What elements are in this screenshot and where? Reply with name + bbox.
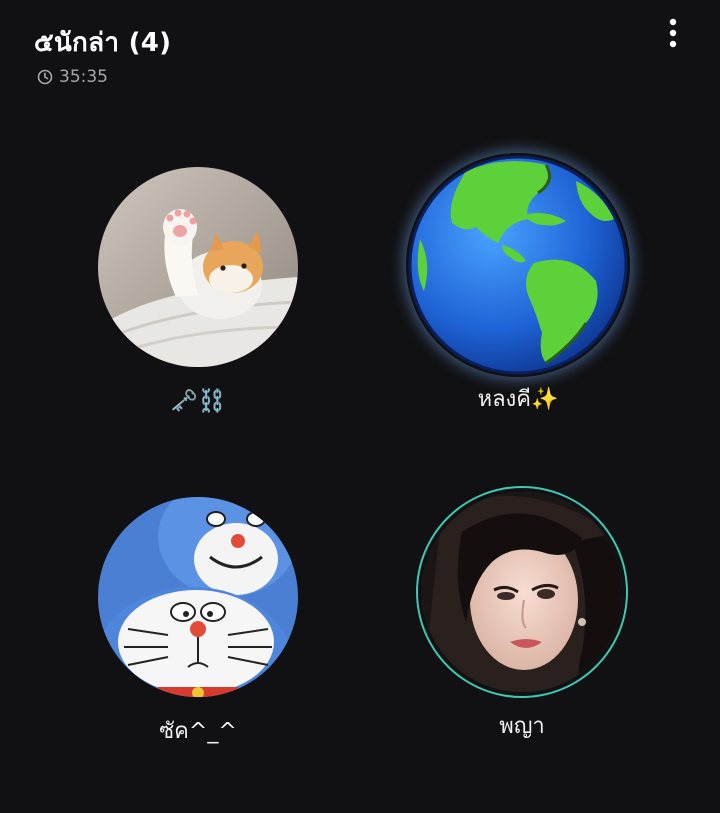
avatar[interactable] xyxy=(98,497,298,697)
more-options-button[interactable] xyxy=(656,18,690,52)
avatar[interactable] xyxy=(422,492,622,692)
voice-room-screen: ๕นักล่า (4) 35:35 🗝️⛓️ หลงคี✨ ซัค^_^ พญา xyxy=(0,0,720,813)
avatar[interactable] xyxy=(98,167,298,367)
avatar[interactable] xyxy=(406,153,630,377)
room-title: ๕นักล่า (4) xyxy=(34,28,172,58)
participant-tile[interactable]: ซัค^_^ xyxy=(68,497,328,747)
call-timer: 35:35 xyxy=(37,67,108,87)
participant-name: ซัค^_^ xyxy=(159,719,237,744)
participant-name: พญา xyxy=(499,714,545,739)
timer-text: 35:35 xyxy=(59,67,108,87)
clock-icon xyxy=(37,69,53,85)
participant-tile[interactable]: หลงคี✨ xyxy=(388,153,648,415)
participant-tile[interactable]: พญา xyxy=(392,492,652,742)
participant-name: หลงคี✨ xyxy=(477,387,559,412)
participant-name: 🗝️⛓️ xyxy=(170,389,226,414)
more-vertical-icon xyxy=(669,18,677,52)
participant-tile[interactable]: 🗝️⛓️ xyxy=(68,167,328,417)
